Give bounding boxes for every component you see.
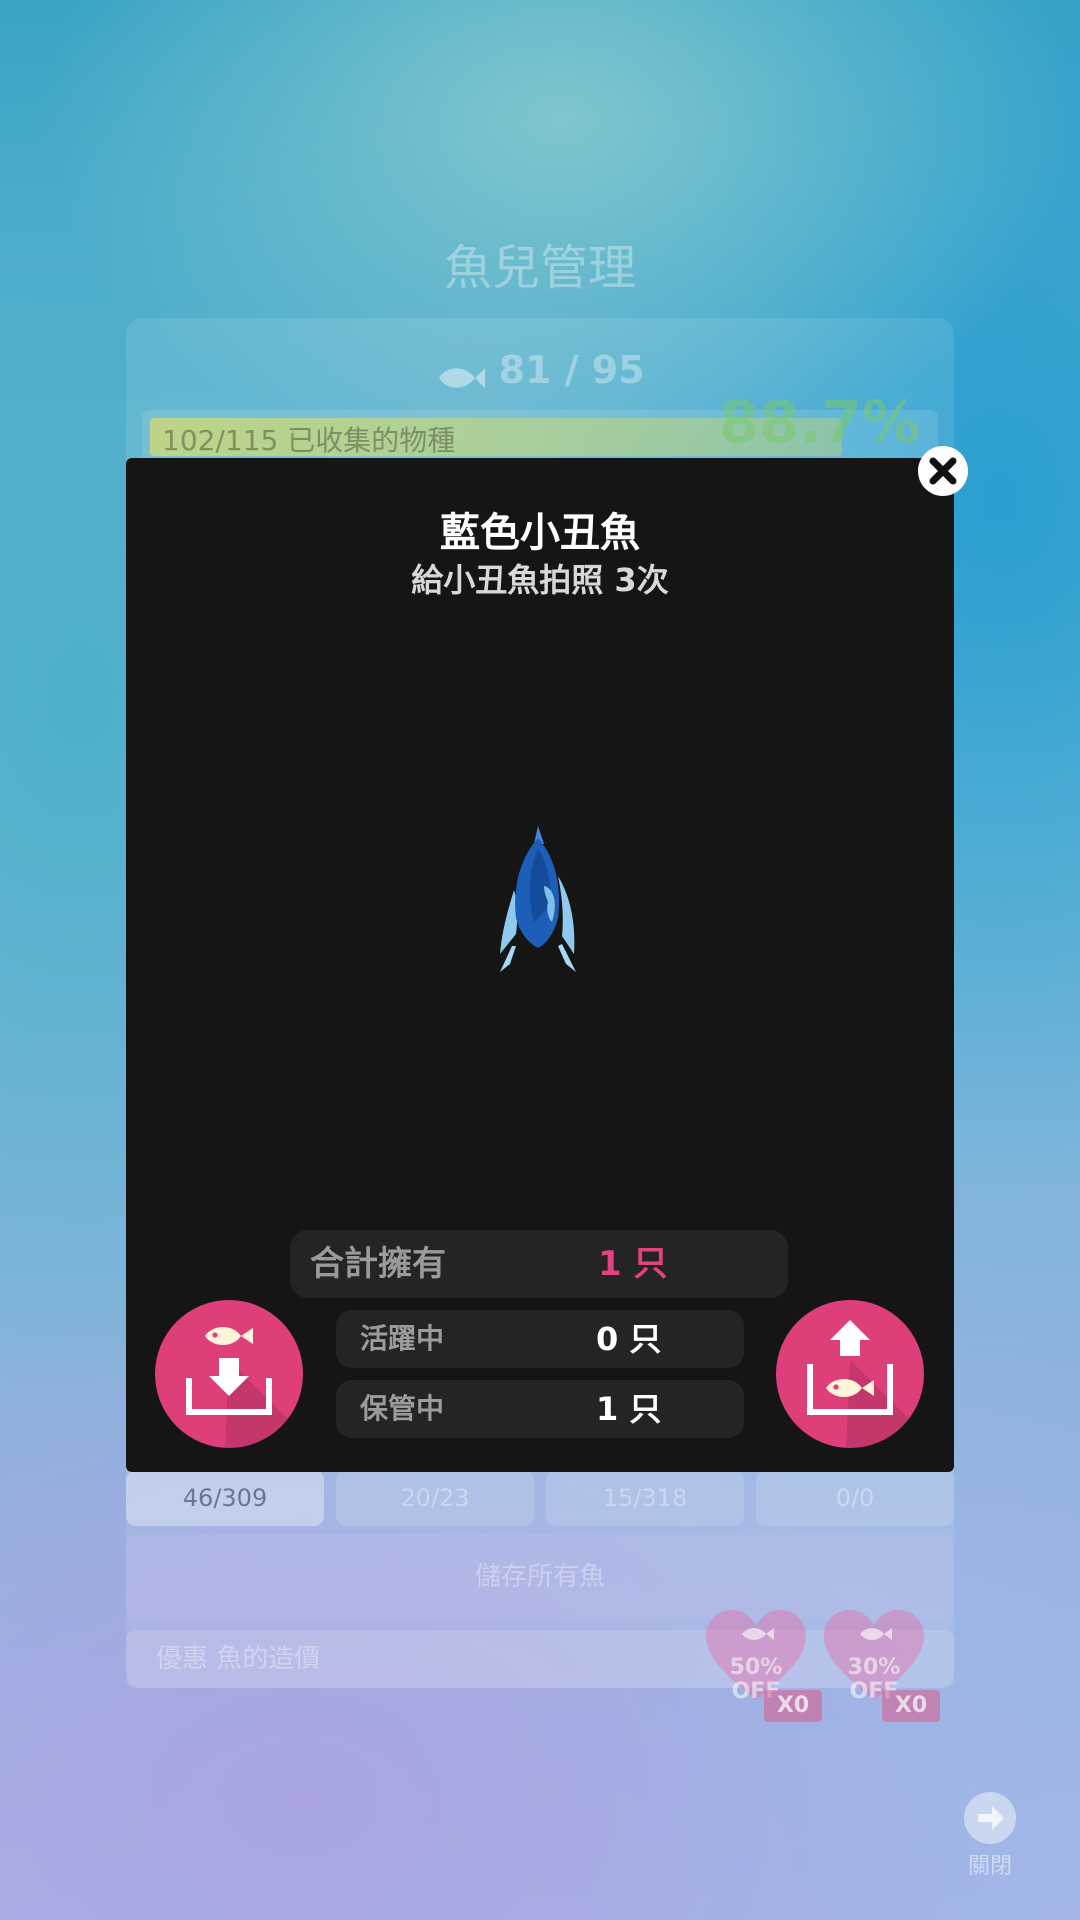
close-page-button[interactable]: 關閉 (962, 1792, 1018, 1880)
category-tabs: 46/309 20/23 15/318 0/0 (126, 1470, 954, 1526)
active-label: 活躍中 (360, 1322, 445, 1355)
fish-count: 81 / 95 (0, 348, 1080, 392)
store-fish-button[interactable] (155, 1300, 303, 1448)
stored-row: 保管中 1 只 (336, 1380, 744, 1438)
fish-icon (435, 358, 486, 388)
total-owned-value: 1 只 (598, 1244, 668, 1284)
tab-category-2[interactable]: 20/23 (336, 1470, 534, 1526)
close-page-label: 關閉 (967, 1854, 1012, 1879)
active-row: 活躍中 0 只 (336, 1310, 744, 1368)
coupon-50-off[interactable]: 50% OFF X0 (704, 1608, 822, 1722)
tab-category-4[interactable]: 0/0 (756, 1470, 954, 1526)
release-fish-button[interactable] (776, 1300, 924, 1448)
collection-progress-label: 102/115 已收集的物種 (162, 424, 456, 457)
fish-count-value: 81 / 95 (498, 348, 645, 392)
page-title: 魚兒管理 (443, 240, 636, 296)
coupon-count-badge: X0 (882, 1690, 940, 1722)
tab-category-1[interactable]: 46/309 (126, 1470, 324, 1526)
coupon-30-off[interactable]: 30% OFF X0 (822, 1608, 940, 1722)
coupon-percent: 50% (729, 1655, 783, 1680)
discount-label: 優惠 魚的造價 (156, 1644, 321, 1674)
fish-name: 藍色小丑魚 (440, 510, 640, 556)
close-icon (929, 457, 957, 485)
stored-label: 保管中 (360, 1392, 445, 1425)
coupon-count-badge: X0 (764, 1690, 822, 1722)
blue-clownfish-image (494, 826, 582, 974)
active-value: 0 只 (596, 1320, 662, 1358)
modal-close-button[interactable] (918, 446, 968, 496)
arrow-right-icon (964, 1792, 1016, 1844)
total-owned-row: 合計擁有 1 只 (290, 1230, 788, 1298)
release-fish-icon (807, 1320, 893, 1415)
tab-category-3[interactable]: 15/318 (546, 1470, 744, 1526)
coupon-percent: 30% (847, 1655, 901, 1680)
collection-percent: 88.7% (718, 388, 920, 456)
total-owned-label: 合計擁有 (310, 1244, 446, 1284)
stored-value: 1 只 (596, 1390, 662, 1428)
store-fish-icon (186, 1327, 272, 1415)
fish-unlock-condition: 給小丑魚拍照 3次 (411, 561, 669, 599)
